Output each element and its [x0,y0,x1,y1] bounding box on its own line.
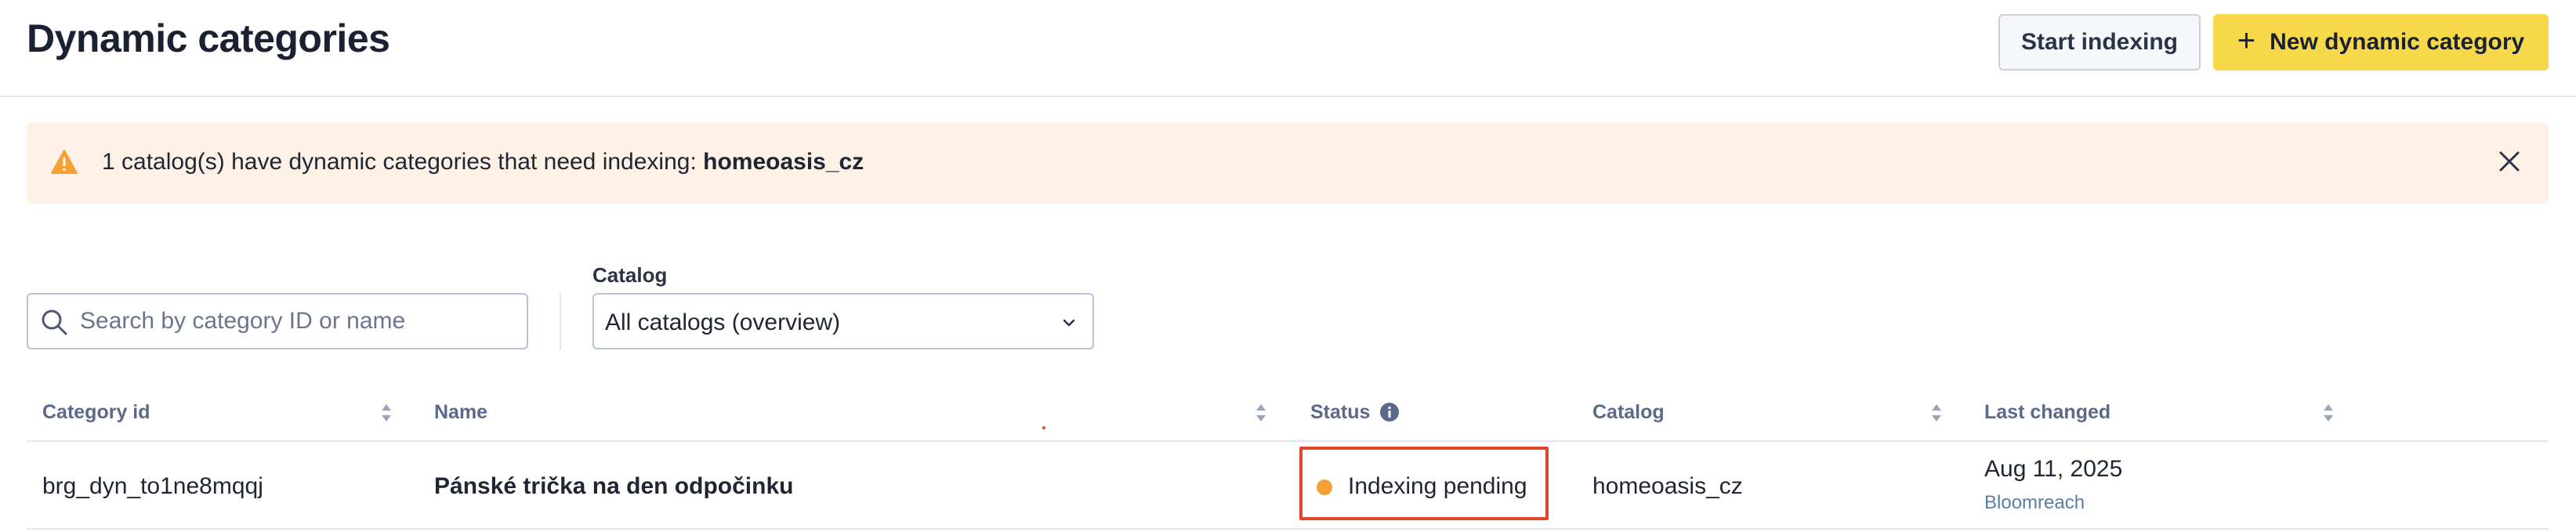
sort-icon[interactable] [381,403,392,423]
indexing-alert: 1 catalog(s) have dynamic categories tha… [27,122,2549,204]
column-label: Category id [42,400,150,423]
table-header: Category id Name Status Catalog Last cha… [27,384,2549,442]
chevron-down-icon [1060,313,1078,332]
column-header-catalog[interactable]: Catalog [1592,384,1665,440]
search-input[interactable] [80,295,519,348]
alert-catalog-name: homeoasis_cz [703,149,864,175]
sort-icon[interactable] [1931,403,1942,423]
start-indexing-button[interactable]: Start indexing [1998,14,2201,71]
column-header-status: Status [1310,384,1400,440]
warning-icon [50,149,78,176]
sort-icon[interactable] [2323,403,2334,423]
cell-last-changed-date: Aug 11, 2025 [1984,456,2123,482]
status-highlight: Indexing pending [1299,447,1549,520]
plus-icon: + [2237,24,2256,58]
cell-name[interactable]: Pánské trička na den odpočinku [434,473,793,500]
column-label: Name [434,400,488,423]
column-header-name[interactable]: Name [434,384,487,440]
catalog-select[interactable]: All catalogs (overview) [592,293,1094,349]
cell-category-id: brg_dyn_to1ne8mqqj [42,473,263,499]
status-dot [1317,480,1332,495]
search-field[interactable] [27,293,528,349]
new-dynamic-category-label: New dynamic category [2270,29,2525,55]
search-icon [39,307,69,337]
column-label: Status [1310,400,1371,423]
catalog-select-value: All catalogs (overview) [605,309,841,335]
column-header-category-id[interactable]: Category id [42,384,150,440]
alert-message-text: 1 catalog(s) have dynamic categories tha… [102,149,697,175]
sort-icon[interactable] [1255,403,1266,423]
page-title: Dynamic categories [27,16,390,60]
column-label: Catalog [1592,400,1665,423]
column-label: Last changed [1984,400,2111,423]
filter-divider [560,293,561,349]
cell-last-changed-by: Bloomreach [1984,492,2085,513]
alert-message: 1 catalog(s) have dynamic categories tha… [102,149,864,176]
column-header-last-changed[interactable]: Last changed [1984,384,2110,440]
cell-catalog: homeoasis_cz [1592,473,1743,499]
table-row[interactable]: brg_dyn_to1ne8mqqj Pánské trička na den … [27,442,2549,530]
catalog-filter-label: Catalog [592,263,668,287]
new-dynamic-category-button[interactable]: + New dynamic category [2213,14,2549,71]
page-header: Dynamic categories Start indexing + New … [0,0,2576,97]
info-icon[interactable] [1379,402,1400,422]
marker-dot [1042,426,1045,429]
cell-status: Indexing pending [1348,473,1527,499]
close-icon[interactable] [2494,146,2525,177]
